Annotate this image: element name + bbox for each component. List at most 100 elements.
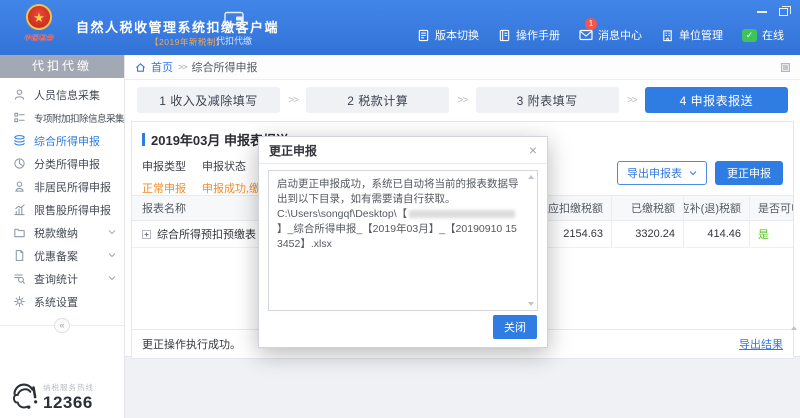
modal-message-box: 启动更正申报成功，系统已自动将当前的报表数据导出到以下目录，如有需要请自行获取。…	[268, 170, 538, 311]
scrollbar-down-icon[interactable]	[528, 302, 534, 306]
bottom-strip	[125, 356, 800, 418]
nav-label: 版本切换	[435, 27, 479, 43]
sidebar: 代扣代缴 人员信息采集 专项附加扣除信息采集	[0, 55, 125, 418]
scroll-up-icon[interactable]	[791, 326, 797, 330]
col-declarable: 是否可申...	[749, 196, 793, 220]
step-3-attachments[interactable]: 3 附表填写	[476, 87, 619, 113]
redacted-company-name	[409, 210, 515, 218]
user-icon	[13, 180, 26, 193]
sidebar-item-preference-filing[interactable]: 优惠备案	[0, 244, 124, 267]
tax-emblem-logo: ★ 中国税务	[16, 4, 62, 42]
sidebar-item-personnel-info[interactable]: 人员信息采集	[0, 83, 124, 106]
modal-footer: 关闭	[493, 315, 537, 339]
hotline-label: 纳税服务热线	[43, 382, 94, 393]
nav-message-center[interactable]: 1 消息中心	[579, 27, 642, 43]
step-separator: >>	[286, 95, 300, 106]
chevron-down-icon	[108, 114, 116, 120]
nav-online-status[interactable]: ✓ 在线	[742, 27, 784, 43]
sidebar-divider: «	[0, 325, 124, 326]
wallet-icon	[224, 11, 244, 26]
sidebar-collapse-button[interactable]: «	[54, 318, 70, 333]
refund-tax-cell: 414.46	[683, 221, 749, 247]
national-emblem-icon: ★	[26, 4, 52, 30]
export-declaration-label: 导出申报表	[627, 165, 682, 181]
building-icon	[661, 29, 674, 42]
restore-button[interactable]	[779, 8, 788, 16]
declare-type: 申报类型 正常申报	[142, 158, 186, 191]
hotline-headset-icon	[8, 377, 40, 413]
modal-close-button[interactable]: 关闭	[493, 315, 537, 339]
export-path-prefix: C:\Users\songqf\Desktop\【	[277, 208, 407, 220]
nav-unit-management[interactable]: 单位管理	[661, 27, 723, 43]
pie-icon	[13, 157, 26, 170]
export-declaration-button[interactable]: 导出申报表	[617, 161, 707, 185]
step-separator: >>	[456, 95, 470, 106]
sidebar-item-label: 查询统计	[34, 271, 78, 287]
sidebar-item-query-statistics[interactable]: 查询统计	[0, 267, 124, 290]
modal-message: 启动更正申报成功，系统已自动将当前的报表数据导出到以下目录，如有需要请自行获取。	[277, 178, 519, 205]
layers-icon	[13, 134, 26, 147]
step-separator: >>	[625, 95, 639, 106]
scrollbar-up-icon[interactable]	[528, 175, 534, 179]
person-icon	[13, 88, 26, 101]
chevron-down-icon	[689, 170, 697, 176]
hotline-logo: 纳税服务热线 12366	[8, 377, 94, 413]
hotline-number: 12366	[43, 393, 94, 413]
step-wizard: 1 收入及减除填写 >> 2 税款计算 >> 3 附表填写 >> 4 申报表报送	[125, 80, 800, 121]
breadcrumb-home-link[interactable]: 首页	[151, 59, 173, 75]
report-name: 综合所得预扣预缴表	[157, 226, 256, 242]
export-result-link[interactable]: 导出结果	[739, 336, 783, 352]
paid-tax-cell: 3320.24	[611, 221, 683, 247]
nav-label: 操作手册	[516, 27, 560, 43]
sidebar-item-restricted-shares[interactable]: 限售股所得申报	[0, 198, 124, 221]
sidebar-item-classified-income[interactable]: 分类所得申报	[0, 152, 124, 175]
sidebar-item-label: 系统设置	[34, 294, 78, 310]
sidebar-item-label: 税款缴纳	[34, 225, 78, 241]
sidebar-item-special-deduction[interactable]: 专项附加扣除信息采集	[0, 106, 124, 129]
export-path-suffix: 】_综合所得申报_【2019年03月】_【20190910 153452】.xl…	[277, 223, 517, 250]
pin-panel-icon[interactable]	[781, 63, 790, 72]
correct-declaration-button[interactable]: 更正申报	[715, 161, 783, 185]
modal-header: 更正申报 ×	[259, 137, 547, 164]
app-header: ★ 中国税务 自然人税收管理系统扣缴客户端 【2019年新税制】 代扣代缴 版本…	[0, 0, 800, 55]
sidebar-item-label: 限售股所得申报	[34, 202, 111, 218]
sidebar-item-label: 优惠备案	[34, 248, 78, 264]
step-1-income[interactable]: 1 收入及减除填写	[137, 87, 280, 113]
expand-row-icon[interactable]	[142, 230, 151, 239]
header-nav: 版本切换 操作手册 1 消息中心	[417, 27, 784, 43]
sidebar-item-label: 综合所得申报	[34, 133, 100, 149]
sidebar-item-comprehensive-income[interactable]: 综合所得申报	[0, 129, 124, 152]
panel-actions: 导出申报表 更正申报	[617, 161, 783, 185]
home-icon	[135, 62, 146, 73]
sidebar-item-tax-payment[interactable]: 税款缴纳	[0, 221, 124, 244]
chevron-down-icon	[108, 252, 116, 258]
step-2-tax-calc[interactable]: 2 税款计算	[306, 87, 449, 113]
window-controls	[757, 8, 788, 16]
breadcrumb-current: 综合所得申报	[192, 59, 258, 75]
app-window: ★ 中国税务 自然人税收管理系统扣缴客户端 【2019年新税制】 代扣代缴 版本…	[0, 0, 800, 418]
step-4-submit[interactable]: 4 申报表报送	[645, 87, 788, 113]
emblem-caption: 中国税务	[16, 32, 62, 42]
chevron-down-icon	[108, 229, 116, 235]
doc-icon	[13, 249, 26, 262]
modal-title: 更正申报	[269, 142, 317, 159]
breadcrumb-separator: >>	[178, 62, 187, 72]
nav-version-switch[interactable]: 版本切换	[417, 27, 479, 43]
folder-icon	[13, 226, 26, 239]
form-icon	[13, 111, 26, 124]
sidebar-item-label: 非居民所得申报	[34, 179, 111, 195]
declare-type-value: 正常申报	[142, 180, 186, 196]
minimize-button[interactable]	[757, 11, 767, 13]
sidebar-menu: 人员信息采集 专项附加扣除信息采集	[0, 78, 124, 313]
stats-icon	[13, 272, 26, 285]
sidebar-item-system-settings[interactable]: 系统设置	[0, 290, 124, 313]
gear-icon	[13, 295, 26, 308]
sidebar-item-label: 分类所得申报	[34, 156, 100, 172]
nav-manual[interactable]: 操作手册	[498, 27, 560, 43]
correct-declaration-modal: 更正申报 × 启动更正申报成功，系统已自动将当前的报表数据导出到以下目录，如有需…	[258, 136, 548, 348]
close-icon[interactable]: ×	[529, 143, 537, 157]
sidebar-item-nonresident-income[interactable]: 非居民所得申报	[0, 175, 124, 198]
mode-indicator: 代扣代缴	[212, 11, 256, 47]
sidebar-section-title: 代扣代缴	[0, 55, 124, 78]
mode-label: 代扣代缴	[212, 34, 256, 47]
